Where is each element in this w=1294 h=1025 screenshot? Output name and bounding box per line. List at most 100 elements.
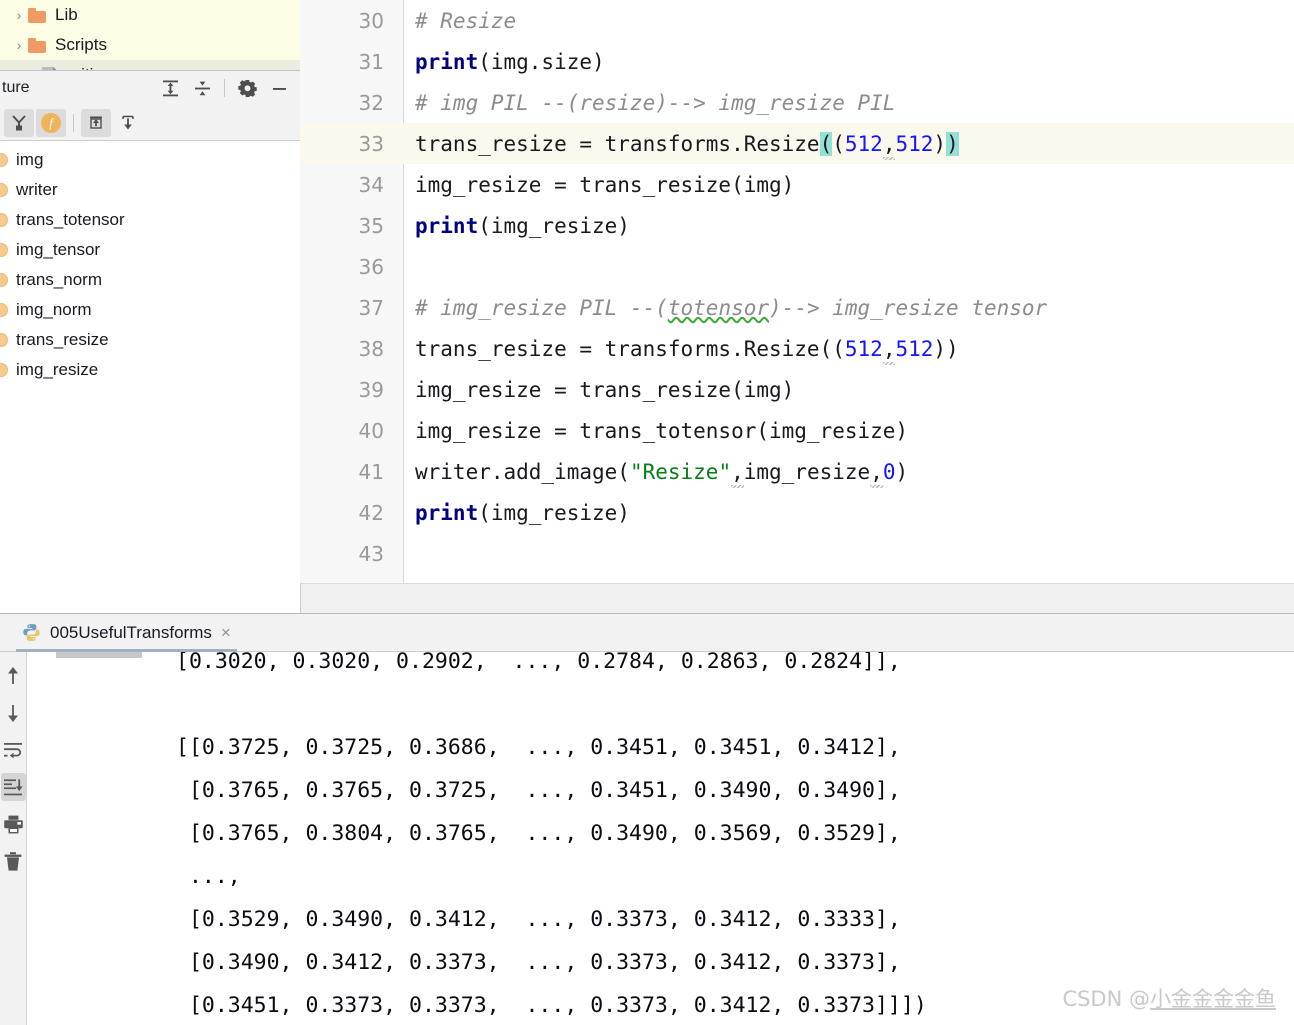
console-line: [0.3490, 0.3412, 0.3373, ..., 0.3373, 0.…	[176, 950, 901, 975]
clear-all-icon[interactable]	[1, 847, 26, 875]
code-line[interactable]: 31 print(img.size)	[300, 41, 1294, 82]
structure-panel-header: ture	[0, 71, 300, 105]
structure-panel: ture f img writer trans_totensor img_ten…	[0, 70, 300, 603]
folder-icon	[28, 37, 46, 53]
structure-item[interactable]: writer	[0, 175, 300, 205]
code-token: writer.add_image(	[415, 459, 630, 484]
minimize-icon[interactable]	[264, 74, 294, 102]
show-fields-icon[interactable]: f	[36, 108, 66, 137]
structure-item-label: img_tensor	[16, 240, 101, 259]
structure-item[interactable]: img	[0, 145, 300, 175]
code-line[interactable]: 30 # Resize	[300, 0, 1294, 41]
structure-item-label: trans_resize	[16, 330, 109, 349]
scroll-down-icon[interactable]	[1, 699, 26, 727]
code-token: trans_resize = transforms.Resize((	[415, 336, 845, 361]
code-token: (	[819, 131, 833, 156]
code-line[interactable]: 38 trans_resize = transforms.Resize((512,…	[300, 328, 1294, 369]
code-token: 512	[844, 336, 883, 361]
line-number: 32	[358, 90, 384, 115]
code-line[interactable]: 35 print(img_resize)	[300, 205, 1294, 246]
code-line[interactable]: 33 trans_resize = transforms.Resize((512,…	[300, 123, 1294, 164]
code-token: 512	[895, 336, 934, 361]
console-output[interactable]: [0.3020, 0.3020, 0.2902, ..., 0.2784, 0.…	[28, 652, 1294, 1025]
code-token: print	[415, 500, 479, 525]
code-text: # img_resize PIL --(totensor)--> img_res…	[404, 296, 1047, 320]
console-scrollbar[interactable]	[56, 652, 142, 658]
line-number: 35	[358, 213, 384, 238]
code-line[interactable]: 32 # img PIL --(resize)--> img_resize PIL	[300, 82, 1294, 123]
tree-row-label: Lib	[55, 5, 78, 24]
tree-row[interactable]: › Lib	[0, 0, 300, 30]
gear-icon[interactable]	[232, 74, 262, 102]
code-text: print(img_resize)	[404, 501, 630, 525]
structure-item[interactable]: trans_totensor	[0, 205, 300, 235]
run-tool-window: 005UsefulTransforms × [0.3020, 0.3020, 0…	[0, 613, 1294, 1025]
project-tree: ›Lib›Scripts.gitignore	[0, 0, 300, 78]
structure-panel-toolbar: f	[0, 105, 300, 141]
line-number: 39	[358, 377, 384, 402]
code-lines: 30 # Resize 31 print(img.size) 32 # img PIL -…	[300, 0, 1294, 574]
code-token: img_resize = trans_resize(img)	[415, 377, 795, 402]
structure-item[interactable]: trans_norm	[0, 265, 300, 295]
code-text: print(img.size)	[404, 50, 605, 74]
line-number: 34	[358, 172, 384, 197]
sort-descending-icon[interactable]	[113, 109, 143, 137]
watermark: CSDN @小金金金金鱼	[1062, 983, 1276, 1013]
line-number: 30	[358, 8, 384, 33]
soft-wrap-icon[interactable]	[1, 736, 26, 764]
collapse-all-icon[interactable]	[187, 74, 217, 102]
close-icon[interactable]: ×	[221, 623, 231, 643]
structure-item[interactable]: img_tensor	[0, 235, 300, 265]
code-text: # Resize	[404, 9, 516, 33]
ide-window: ›Lib›Scripts.gitignore ture	[0, 0, 1294, 1025]
structure-item[interactable]: img_norm	[0, 295, 300, 325]
show-fields-label: f	[41, 112, 61, 133]
code-editor[interactable]: 30 # Resize 31 print(img.size) 32 # img PIL -…	[300, 0, 1294, 583]
scroll-to-end-icon[interactable]	[0, 773, 26, 801]
line-number: 31	[358, 49, 384, 74]
code-line[interactable]: 42 print(img_resize)	[300, 492, 1294, 533]
code-line[interactable]: 41 writer.add_image("Resize",img_resize,0…	[300, 451, 1294, 492]
print-icon[interactable]	[1, 810, 26, 838]
sort-ascending-icon[interactable]	[81, 108, 111, 137]
code-text: # img PIL --(resize)--> img_resize PIL	[404, 91, 895, 115]
console-line: [0.3529, 0.3490, 0.3412, ..., 0.3373, 0.…	[176, 907, 901, 932]
run-tab-005usefultransforms[interactable]: 005UsefulTransforms ×	[0, 614, 241, 652]
code-line[interactable]: 39 img_resize = trans_resize(img)	[300, 369, 1294, 410]
structure-item[interactable]: trans_resize	[0, 325, 300, 355]
scroll-up-icon[interactable]	[1, 662, 26, 690]
code-text: writer.add_image("Resize",img_resize,0)	[404, 460, 908, 484]
watermark-name: 小金金金金鱼	[1150, 987, 1276, 1011]
code-line[interactable]: 36	[300, 246, 1294, 287]
show-inherited-icon[interactable]	[4, 108, 34, 137]
code-token: trans_resize = transforms.Resize	[415, 131, 820, 156]
code-token: ,	[882, 131, 896, 156]
chevron-right-icon[interactable]: ›	[10, 7, 28, 23]
field-icon	[0, 303, 8, 317]
expand-all-icon[interactable]	[155, 74, 185, 102]
structure-item-list: img writer trans_totensor img_tensor trans_n…	[0, 141, 300, 385]
code-token: )	[933, 131, 947, 156]
structure-panel-title: ture	[2, 79, 30, 96]
code-text: trans_resize = transforms.Resize((512,51…	[404, 131, 959, 156]
chevron-right-icon[interactable]: ›	[10, 37, 28, 53]
watermark-prefix: CSDN @	[1062, 987, 1150, 1011]
code-token: ,	[870, 459, 883, 484]
code-token: # img PIL --(resize)--> img_resize PIL	[415, 90, 896, 115]
code-token: totensor	[667, 295, 770, 320]
code-token: )	[946, 131, 959, 156]
code-line[interactable]: 43	[300, 533, 1294, 574]
code-token: # Resize	[415, 8, 517, 33]
code-line[interactable]: 37 # img_resize PIL --(totensor)--> img_r…	[300, 287, 1294, 328]
code-line[interactable]: 34 img_resize = trans_resize(img)	[300, 164, 1294, 205]
console-line: [[0.3725, 0.3725, 0.3686, ..., 0.3451, 0…	[176, 735, 901, 760]
structure-item[interactable]: img_resize	[0, 355, 300, 385]
tree-row[interactable]: › Scripts	[0, 30, 300, 60]
line-number: 43	[358, 541, 384, 566]
line-number: 33	[358, 131, 384, 156]
sidebar-footer-spacer	[0, 583, 300, 613]
structure-item-label: writer	[16, 180, 58, 199]
code-token: ))	[933, 336, 959, 361]
code-line[interactable]: 40 img_resize = trans_totensor(img_resize…	[300, 410, 1294, 451]
